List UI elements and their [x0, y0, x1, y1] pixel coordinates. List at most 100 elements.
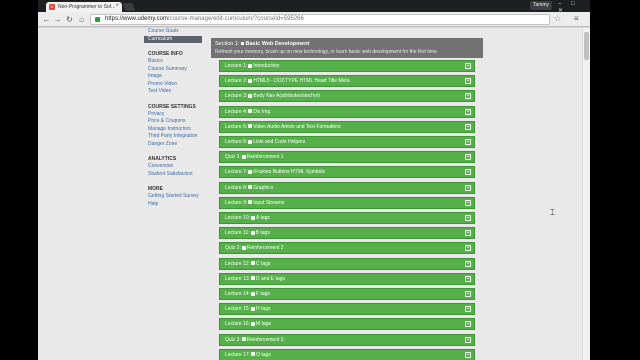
expand-toggle-icon[interactable]: + — [465, 260, 471, 267]
expand-toggle-icon[interactable]: + — [465, 306, 471, 313]
browser-menu-icon[interactable]: ≡ — [574, 14, 579, 23]
sidebar-item-help[interactable]: Help — [148, 201, 202, 209]
expand-toggle-icon[interactable]: + — [465, 154, 471, 161]
lecture-row[interactable]: Lecture 10: A tags + — [219, 212, 475, 224]
lecture-title: Div Img — [253, 108, 271, 115]
sidebar-item-student-satisfaction[interactable]: Student Satisfaction — [148, 171, 202, 179]
profile-user-badge[interactable]: Tammy — [530, 1, 552, 10]
lecture-label: Lecture 4: — [225, 108, 248, 115]
lecture-row[interactable]: Lecture 6: Lists and Code Helpers + — [219, 136, 475, 148]
lecture-label: Lecture 1: — [225, 63, 248, 69]
lecture-row[interactable]: Lecture 1: Introduction + — [219, 60, 475, 72]
expand-toggle-icon[interactable]: + — [465, 321, 471, 328]
window-controls[interactable]: – □ ✕ — [558, 1, 588, 14]
browser-tab[interactable]: U Non-Programmer to Sof... × — [46, 2, 122, 12]
lecture-title: Reinforcement 1 — [246, 154, 284, 161]
lecture-play-icon — [250, 230, 255, 235]
lecture-row[interactable]: Lecture 11: B tags + — [219, 227, 475, 240]
new-tab-button[interactable] — [122, 3, 136, 11]
lecture-row[interactable]: Lecture 14: F tags + — [219, 288, 475, 300]
expand-toggle-icon[interactable]: + — [465, 78, 471, 85]
lecture-play-icon — [251, 322, 256, 327]
address-bar[interactable]: https://www.udemy.com/course-manage/edit… — [90, 14, 550, 25]
expand-toggle-icon[interactable]: + — [465, 184, 471, 191]
sidebar-item-test-video[interactable]: Test Video — [148, 88, 202, 96]
expand-toggle-icon[interactable]: + — [465, 63, 471, 69]
sidebar-item-manage-instructors[interactable]: Manage Instructors — [148, 126, 202, 134]
lecture-row[interactable]: Lecture 4: Div Img + — [219, 105, 475, 118]
expand-toggle-icon[interactable]: + — [465, 199, 471, 206]
lecture-title: Graphics — [253, 184, 274, 191]
lecture-play-icon — [251, 215, 256, 220]
quiz-check-icon — [241, 154, 246, 159]
sidebar-item-privacy[interactable]: Privacy — [148, 111, 202, 119]
sidebar-heading-analytics: ANALYTICS — [148, 156, 177, 162]
lecture-row[interactable]: Lecture 8: Graphics + — [219, 181, 475, 194]
expand-toggle-icon[interactable]: + — [465, 230, 471, 237]
lecture-row[interactable]: Lecture 9: Input Streams + — [219, 196, 475, 209]
sidebar-item-getting-started-survey[interactable]: Getting Started Survey — [148, 193, 202, 201]
sidebar-item-course-goals[interactable]: Course Goals — [148, 28, 202, 36]
lecture-row[interactable]: Lecture 7: iFrames Buttons HTML Symbols + — [219, 166, 475, 179]
sidebar-item-curriculum[interactable]: Curriculum — [144, 35, 202, 43]
lecture-row[interactable]: Lecture 12: C tags + — [219, 257, 475, 270]
quiz-check-icon — [241, 337, 246, 342]
lecture-title: Introduction — [253, 63, 280, 69]
lecture-title: Body Nav A(attributes/anchor) — [253, 93, 320, 100]
tab-close-icon[interactable]: × — [115, 3, 119, 9]
section-description: Refresh your memory, brush up on new tec… — [215, 49, 439, 55]
lecture-label: Lecture 15: — [225, 306, 251, 313]
sidebar-item-basics[interactable]: Basics — [148, 58, 202, 66]
expand-toggle-icon[interactable]: + — [465, 245, 471, 252]
bookmark-star-icon[interactable]: ☆ — [554, 14, 561, 23]
mouse-cursor-icon: ⌶ — [550, 208, 555, 217]
reload-icon[interactable]: ↻ — [65, 15, 74, 24]
sidebar-item-danger-zone[interactable]: Danger Zone — [148, 141, 202, 149]
home-icon[interactable]: ⌂ — [77, 15, 86, 24]
expand-toggle-icon[interactable]: + — [465, 123, 471, 130]
forward-arrow-icon[interactable]: → — [53, 15, 62, 24]
expand-toggle-icon[interactable]: + — [465, 336, 471, 343]
page-content: Course Goals Curriculum COURSE INFO Basics C… — [38, 28, 590, 360]
lecture-row[interactable]: Quiz 3: Reinforcement 3 + — [219, 333, 475, 346]
back-arrow-icon[interactable]: ← — [42, 15, 51, 24]
expand-toggle-icon[interactable]: + — [465, 169, 471, 176]
sidebar-item-conversion[interactable]: Conversion — [148, 163, 202, 171]
lecture-label: Lecture 16: — [225, 321, 251, 328]
page-scrollbar[interactable] — [582, 28, 590, 360]
expand-toggle-icon[interactable]: + — [465, 93, 471, 100]
lecture-row[interactable]: Lecture 13: D and E tags + — [219, 272, 475, 285]
lecture-row[interactable]: Lecture 5: Video Audio Article and Text F… — [219, 120, 475, 133]
lecture-play-icon — [248, 78, 253, 83]
expand-toggle-icon[interactable]: + — [465, 291, 471, 297]
scrollbar-thumb[interactable] — [584, 32, 589, 60]
lecture-row[interactable]: Lecture 15: H tags + — [219, 303, 475, 316]
lecture-row[interactable]: Lecture 2: HTML5 - DOCTYPE HTML Head Titl… — [219, 75, 475, 88]
lecture-row[interactable]: Lecture 16: M tags + — [219, 318, 475, 331]
sidebar-item-image[interactable]: Image — [148, 73, 202, 81]
expand-toggle-icon[interactable]: + — [465, 351, 471, 358]
sidebar-item-promo-video[interactable]: Promo Video — [148, 81, 202, 89]
expand-toggle-icon[interactable]: + — [465, 275, 471, 282]
url-path: /course-manage/edit-curriculum/?courseId… — [167, 16, 304, 22]
lecture-row[interactable]: Quiz 1: Reinforcement 1 + — [219, 151, 475, 164]
sidebar-item-price-coupons[interactable]: Price & Coupons — [148, 118, 202, 126]
lecture-row[interactable]: Lecture 17: O tags + — [219, 348, 475, 360]
lecture-row[interactable]: Quiz 2: Reinforcement 2 + — [219, 242, 475, 255]
sidebar-list: Course Goals Curriculum COURSE INFO Basics C… — [144, 28, 202, 209]
lecture-row[interactable]: Lecture 3: Body Nav A(attributes/anchor) + — [219, 90, 475, 103]
section-name: Basic Web Development — [245, 41, 310, 47]
sidebar-heading-course-settings: COURSE SETTINGS — [148, 103, 196, 110]
lecture-label: Lecture 11: — [225, 230, 250, 237]
lecture-label: Quiz 2: — [225, 245, 241, 252]
sidebar-item-course-summary[interactable]: Course Summary — [148, 66, 202, 74]
expand-toggle-icon[interactable]: + — [465, 108, 471, 115]
lecture-label: Lecture 6: — [225, 139, 248, 145]
expand-toggle-icon[interactable]: + — [465, 139, 471, 145]
section-header[interactable]: Section 1: Basic Web Development Refresh… — [211, 38, 483, 58]
lecture-play-icon — [248, 124, 253, 129]
expand-toggle-icon[interactable]: + — [465, 215, 471, 221]
sidebar-item-third-party-integration[interactable]: Third Party Integration — [148, 133, 202, 141]
lecture-title: F tags — [256, 291, 270, 297]
lecture-title: D and E tags — [256, 275, 285, 282]
